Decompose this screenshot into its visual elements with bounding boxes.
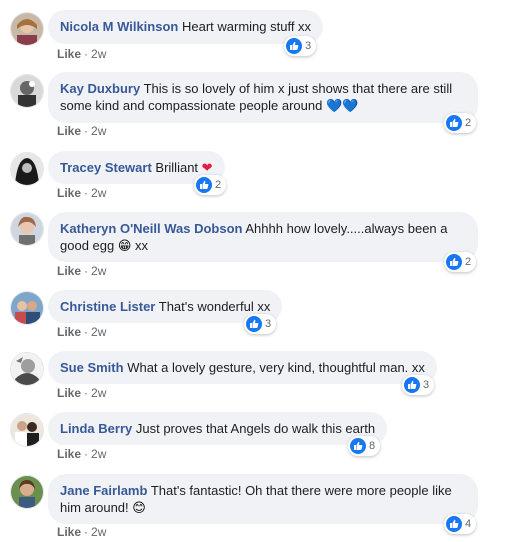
timestamp[interactable]: 2w	[91, 186, 106, 200]
like-button[interactable]: Like	[57, 386, 81, 400]
comment-author[interactable]: Nicola M Wilkinson	[60, 19, 178, 34]
comment-meta: Like · 2w	[57, 264, 107, 278]
comment-bubble: Kay Duxbury This is so lovely of him x j…	[48, 72, 478, 123]
comment-author[interactable]: Christine Lister	[60, 299, 155, 314]
comment-bubble: Jane Fairlamb That's fantastic! Oh that …	[48, 474, 478, 524]
comment-author[interactable]: Katheryn O'Neill Was Dobson	[60, 221, 242, 236]
avatar[interactable]	[10, 212, 44, 246]
avatar[interactable]	[10, 152, 44, 186]
like-button[interactable]: Like	[57, 124, 81, 138]
comment-meta: Like · 2w	[57, 325, 107, 339]
reaction-count[interactable]: 2	[194, 175, 227, 195]
like-button[interactable]: Like	[57, 186, 81, 200]
comment-bubble: Sue Smith What a lovely gesture, very ki…	[48, 351, 437, 384]
reaction-number: 2	[215, 179, 222, 191]
comment-list: Nicola M Wilkinson Heart warming stuff x…	[0, 0, 508, 542]
like-reaction-icon	[196, 177, 212, 193]
comment-text: Heart warming stuff xx	[181, 19, 312, 34]
smiling-emoji-icon: 😊	[132, 500, 146, 515]
avatar[interactable]	[10, 475, 44, 509]
comment-text-suffix: xx	[135, 238, 149, 253]
like-reaction-icon	[446, 254, 462, 270]
comment-text: Just proves that Angels do walk this ear…	[135, 421, 376, 436]
timestamp[interactable]: 2w	[91, 386, 106, 400]
like-button[interactable]: Like	[57, 264, 81, 278]
avatar[interactable]	[10, 12, 44, 46]
red-heart-emoji-icon: ❤	[201, 160, 213, 175]
like-reaction-icon	[286, 38, 302, 54]
comment-bubble: Katheryn O'Neill Was Dobson Ahhhh how lo…	[48, 212, 478, 262]
comment-author[interactable]: Tracey Stewart	[60, 160, 152, 175]
reaction-count[interactable]: 2	[444, 113, 477, 133]
comment-bubble: Nicola M Wilkinson Heart warming stuff x…	[48, 10, 324, 44]
timestamp[interactable]: 2w	[91, 264, 106, 278]
timestamp[interactable]: 2w	[91, 325, 106, 339]
comment-meta: Like · 2w	[57, 47, 107, 61]
reaction-number: 3	[265, 318, 272, 330]
comment-text: That's wonderful xx	[158, 299, 271, 314]
reaction-number: 3	[305, 40, 312, 52]
comment-meta: Like · 2w	[57, 186, 107, 200]
like-reaction-icon	[446, 115, 462, 131]
timestamp[interactable]: 2w	[91, 525, 106, 539]
comment-text: Brilliant	[155, 160, 199, 175]
like-reaction-icon	[446, 516, 462, 532]
timestamp[interactable]: 2w	[91, 124, 106, 138]
reaction-number: 8	[369, 440, 376, 452]
blue-heart-emoji-icon: 💙💙	[325, 98, 359, 113]
reaction-count[interactable]: 3	[402, 375, 435, 395]
comment-text: What a lovely gesture, very kind, though…	[127, 360, 425, 375]
reaction-count[interactable]: 3	[284, 36, 317, 56]
reaction-count[interactable]: 4	[444, 514, 477, 534]
like-reaction-icon	[350, 438, 366, 454]
like-button[interactable]: Like	[57, 447, 81, 461]
reaction-number: 2	[465, 117, 472, 129]
like-button[interactable]: Like	[57, 47, 81, 61]
reaction-number: 4	[465, 518, 472, 530]
avatar[interactable]	[10, 291, 44, 325]
comment-author[interactable]: Linda Berry	[60, 421, 132, 436]
comment-author[interactable]: Kay Duxbury	[60, 81, 140, 96]
reaction-number: 3	[423, 379, 430, 391]
reaction-number: 2	[465, 256, 472, 268]
comment-author[interactable]: Sue Smith	[60, 360, 124, 375]
like-button[interactable]: Like	[57, 325, 81, 339]
reaction-count[interactable]: 2	[444, 252, 477, 272]
comment-author[interactable]: Jane Fairlamb	[60, 483, 147, 498]
like-reaction-icon	[246, 316, 262, 332]
timestamp[interactable]: 2w	[91, 47, 106, 61]
like-reaction-icon	[404, 377, 420, 393]
comment-bubble: Linda Berry Just proves that Angels do w…	[48, 412, 388, 445]
comment-meta: Like · 2w	[57, 447, 107, 461]
avatar[interactable]	[10, 413, 44, 447]
like-button[interactable]: Like	[57, 525, 81, 539]
comment-meta: Like · 2w	[57, 124, 107, 138]
reaction-count[interactable]: 8	[348, 436, 381, 456]
comment-meta: Like · 2w	[57, 525, 107, 539]
reaction-count[interactable]: 3	[244, 314, 277, 334]
grinning-emoji-icon: 😁	[117, 238, 132, 253]
avatar[interactable]	[10, 74, 44, 108]
timestamp[interactable]: 2w	[91, 447, 106, 461]
avatar[interactable]	[10, 352, 44, 386]
comment-meta: Like · 2w	[57, 386, 107, 400]
